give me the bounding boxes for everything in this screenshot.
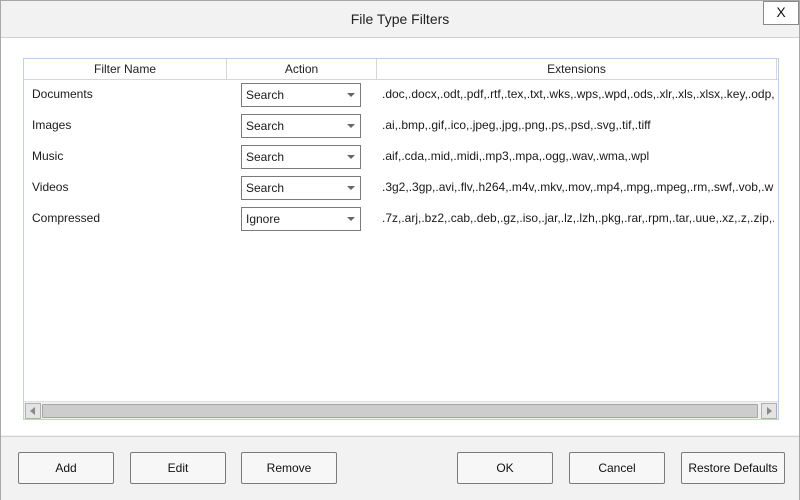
action-value: Search bbox=[246, 150, 285, 164]
filter-name-cell: Images bbox=[32, 118, 72, 132]
scroll-right-button[interactable] bbox=[761, 403, 777, 419]
extensions-cell: .3g2,.3gp,.avi,.flv,.h264,.m4v,.mkv,.mov… bbox=[382, 180, 774, 194]
table-row[interactable]: Images Search .ai,.bmp,.gif,.ico,.jpeg,.… bbox=[24, 110, 778, 141]
extensions-cell: .7z,.arj,.bz2,.cab,.deb,.gz,.iso,.jar,.l… bbox=[382, 211, 774, 225]
action-value: Search bbox=[246, 181, 285, 195]
close-button[interactable]: X bbox=[763, 1, 799, 25]
remove-button[interactable]: Remove bbox=[241, 452, 337, 484]
add-button[interactable]: Add bbox=[18, 452, 114, 484]
chevron-left-icon bbox=[30, 407, 35, 415]
table-row[interactable]: Compressed Ignore .7z,.arj,.bz2,.cab,.de… bbox=[24, 203, 778, 234]
action-value: Search bbox=[246, 119, 285, 133]
action-dropdown[interactable]: Search bbox=[241, 83, 361, 107]
extensions-cell: .doc,.docx,.odt,.pdf,.rtf,.tex,.txt,.wks… bbox=[382, 87, 774, 101]
table-header: Filter Name Action Extensions bbox=[24, 59, 778, 80]
table-row[interactable]: Videos Search .3g2,.3gp,.avi,.flv,.h264,… bbox=[24, 172, 778, 203]
cancel-button[interactable]: Cancel bbox=[569, 452, 665, 484]
extensions-cell: .ai,.bmp,.gif,.ico,.jpeg,.jpg,.png,.ps,.… bbox=[382, 118, 651, 132]
filter-name-cell: Compressed bbox=[32, 211, 101, 225]
action-value: Ignore bbox=[246, 212, 281, 226]
dialog-title: File Type Filters bbox=[350, 11, 450, 27]
horizontal-scrollbar[interactable] bbox=[24, 401, 778, 419]
title-bar: File Type Filters X bbox=[1, 1, 799, 38]
action-dropdown[interactable]: Ignore bbox=[241, 207, 361, 231]
action-dropdown[interactable]: Search bbox=[241, 145, 361, 169]
action-dropdown[interactable]: Search bbox=[241, 176, 361, 200]
filter-name-cell: Music bbox=[32, 149, 64, 163]
column-header-extensions[interactable]: Extensions bbox=[377, 59, 777, 79]
dialog-content: Filter Name Action Extensions Documents … bbox=[1, 38, 799, 435]
filter-name-cell: Documents bbox=[32, 87, 93, 101]
filter-name-cell: Videos bbox=[32, 180, 69, 194]
chevron-down-icon bbox=[347, 124, 355, 128]
scroll-left-button[interactable] bbox=[25, 403, 41, 419]
file-type-filters-dialog: File Type Filters X Filter Name Action E… bbox=[0, 0, 800, 500]
edit-button[interactable]: Edit bbox=[130, 452, 226, 484]
ok-button[interactable]: OK bbox=[457, 452, 553, 484]
filter-table: Filter Name Action Extensions Documents … bbox=[23, 58, 779, 420]
chevron-down-icon bbox=[347, 93, 355, 97]
chevron-right-icon bbox=[767, 407, 772, 415]
button-bar: Add Edit Remove OK Cancel Restore Defaul… bbox=[1, 436, 799, 500]
table-row[interactable]: Documents Search .doc,.docx,.odt,.pdf,.r… bbox=[24, 79, 778, 110]
restore-defaults-button[interactable]: Restore Defaults bbox=[681, 452, 785, 484]
action-dropdown[interactable]: Search bbox=[241, 114, 361, 138]
column-header-action[interactable]: Action bbox=[227, 59, 377, 79]
chevron-down-icon bbox=[347, 186, 355, 190]
table-row[interactable]: Music Search .aif,.cda,.mid,.midi,.mp3,.… bbox=[24, 141, 778, 172]
column-header-filter-name[interactable]: Filter Name bbox=[24, 59, 227, 79]
extensions-cell: .aif,.cda,.mid,.midi,.mp3,.mpa,.ogg,.wav… bbox=[382, 149, 650, 163]
chevron-down-icon bbox=[347, 217, 355, 221]
scrollbar-thumb[interactable] bbox=[42, 404, 758, 418]
action-value: Search bbox=[246, 88, 285, 102]
chevron-down-icon bbox=[347, 155, 355, 159]
